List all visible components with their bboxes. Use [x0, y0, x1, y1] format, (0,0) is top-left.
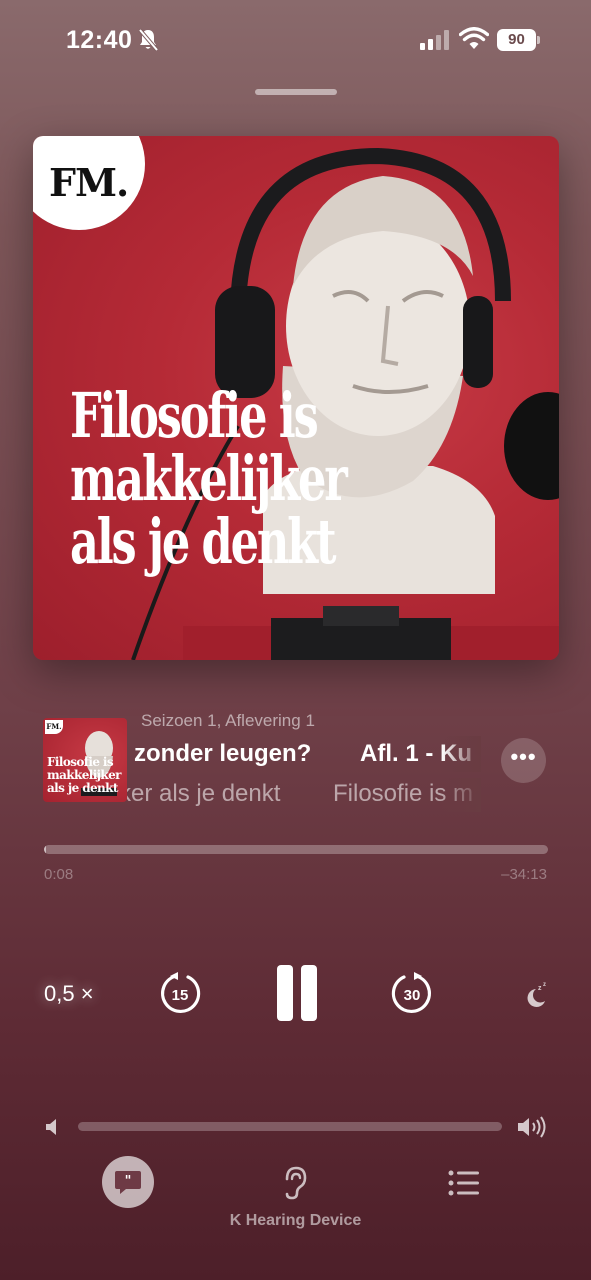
sleep-timer-icon[interactable]: z z: [523, 981, 549, 1009]
signal-icon: [420, 30, 449, 50]
playback-progress-fill: [44, 845, 47, 854]
elapsed-time: 0:08: [44, 866, 74, 883]
status-bar: 12:40 90: [0, 0, 591, 80]
more-options-button[interactable]: •••: [501, 738, 546, 783]
transcript-button[interactable]: ": [102, 1156, 154, 1208]
battery-level: 90: [497, 29, 536, 51]
volume-slider[interactable]: [78, 1122, 502, 1131]
svg-text:z: z: [538, 985, 542, 992]
skip-back-15-icon[interactable]: 15: [158, 971, 202, 1015]
artwork-title: Filosofie is makkelijker als je denkt: [70, 379, 348, 578]
svg-text:z: z: [543, 982, 546, 988]
wifi-icon: [459, 27, 489, 49]
episode-thumbnail[interactable]: FM. Filosofie is makkelijker als je denk…: [43, 718, 127, 802]
playback-speed-button[interactable]: 0,5 ×: [44, 981, 94, 1007]
pause-button[interactable]: [275, 965, 319, 1021]
speaker-high-icon: [518, 1116, 546, 1138]
skip-forward-label: 30: [404, 987, 421, 1004]
podcast-name: ker als je denkt: [127, 780, 281, 807]
lyrics-quote-icon: ": [115, 1171, 141, 1194]
bell-slash-icon: [138, 28, 159, 52]
remaining-time: –34:13: [501, 866, 547, 883]
skip-forward-30-icon[interactable]: 30: [390, 971, 434, 1015]
podcast-artwork: FM. Filosofie is makkelijker als je denk…: [33, 136, 559, 660]
pause-bar-right: [301, 965, 317, 1021]
sheet-grabber[interactable]: [255, 89, 337, 95]
svg-text:": ": [125, 1174, 132, 1189]
podcast-name-marquee[interactable]: ker als je denkt Filosofie is m: [127, 778, 481, 812]
status-time: 12:40: [66, 26, 133, 54]
battery-icon: 90: [497, 29, 541, 51]
pause-bar-left: [277, 965, 293, 1021]
audio-output-label: K Hearing Device: [229, 1212, 362, 1229]
queue-list-icon[interactable]: [448, 1170, 480, 1196]
episode-title: zonder leugen?: [134, 740, 312, 767]
speaker-low-icon: [46, 1119, 56, 1135]
skip-back-label: 15: [172, 987, 189, 1004]
episode-season: Seizoen 1, Aflevering 1: [141, 711, 315, 730]
ear-icon[interactable]: [281, 1165, 309, 1201]
playback-scrubber[interactable]: [44, 845, 548, 854]
episode-title-marquee[interactable]: zonder leugen? Afl. 1 - Ku: [127, 736, 481, 772]
